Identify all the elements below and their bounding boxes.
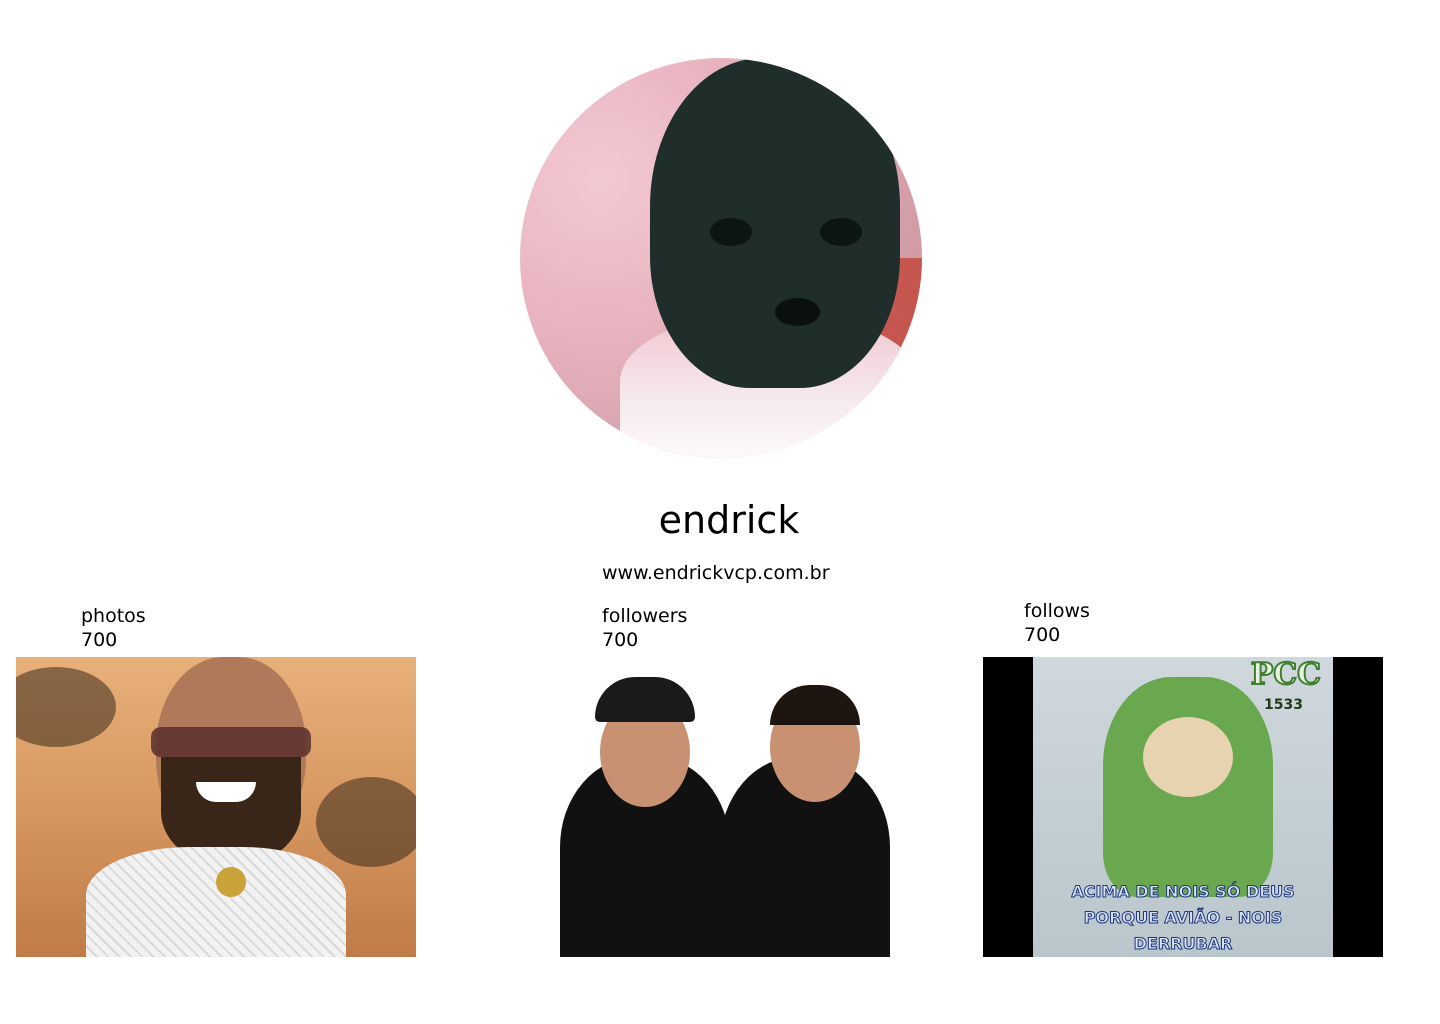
meme-number-text: 1533 <box>1264 697 1303 713</box>
meme-caption: ACIMA DE NOIS SÓ DEUS PORQUE AVIÃO - NOI… <box>1033 879 1333 957</box>
meme-caption-line: PORQUE AVIÃO - NOIS <box>1083 908 1283 928</box>
palm-tree-shape <box>16 667 116 747</box>
meme-card: PCC 1533 ACIMA DE NOIS SÓ DEUS PORQUE AV… <box>1033 657 1333 957</box>
palm-tree-shape <box>316 777 416 867</box>
profile-page: endrick www.endrickvcp.com.br photos 700… <box>0 0 1440 1024</box>
website-link[interactable]: www.endrickvcp.com.br <box>602 562 830 584</box>
avatar-mouth <box>775 298 820 326</box>
username: endrick <box>658 498 800 542</box>
avatar-eye-left <box>710 218 752 246</box>
stat-followers-value: 700 <box>602 629 639 651</box>
photo-thumbnail-meme[interactable]: PCC 1533 ACIMA DE NOIS SÓ DEUS PORQUE AV… <box>983 657 1383 957</box>
singer-shirt <box>86 847 346 957</box>
stat-photos-label: photos <box>81 605 146 627</box>
meme-character-face <box>1143 717 1233 797</box>
stat-follows-label: follows <box>1024 600 1090 622</box>
duo-person-right-hair <box>770 685 860 725</box>
stat-photos-value: 700 <box>81 629 118 651</box>
singer-sunglasses <box>151 727 311 757</box>
stat-follows-value: 700 <box>1024 624 1061 646</box>
meme-brand-text: PCC <box>1250 657 1322 693</box>
stat-follows[interactable]: follows 700 <box>1024 599 1090 647</box>
stat-followers-label: followers <box>602 605 688 627</box>
avatar-face <box>650 58 900 388</box>
stat-followers[interactable]: followers 700 <box>602 604 687 652</box>
stat-photos[interactable]: photos 700 <box>81 604 146 652</box>
meme-caption-line: DERRUBAR <box>1133 934 1233 954</box>
microphone-icon <box>216 867 246 897</box>
photo-thumbnail-singer[interactable] <box>16 657 416 957</box>
avatar-eye-right <box>820 218 862 246</box>
avatar[interactable] <box>520 58 922 458</box>
photo-thumbnail-duo[interactable] <box>520 657 920 957</box>
meme-caption-line: ACIMA DE NOIS SÓ DEUS <box>1071 882 1295 902</box>
cap-icon <box>595 677 695 722</box>
